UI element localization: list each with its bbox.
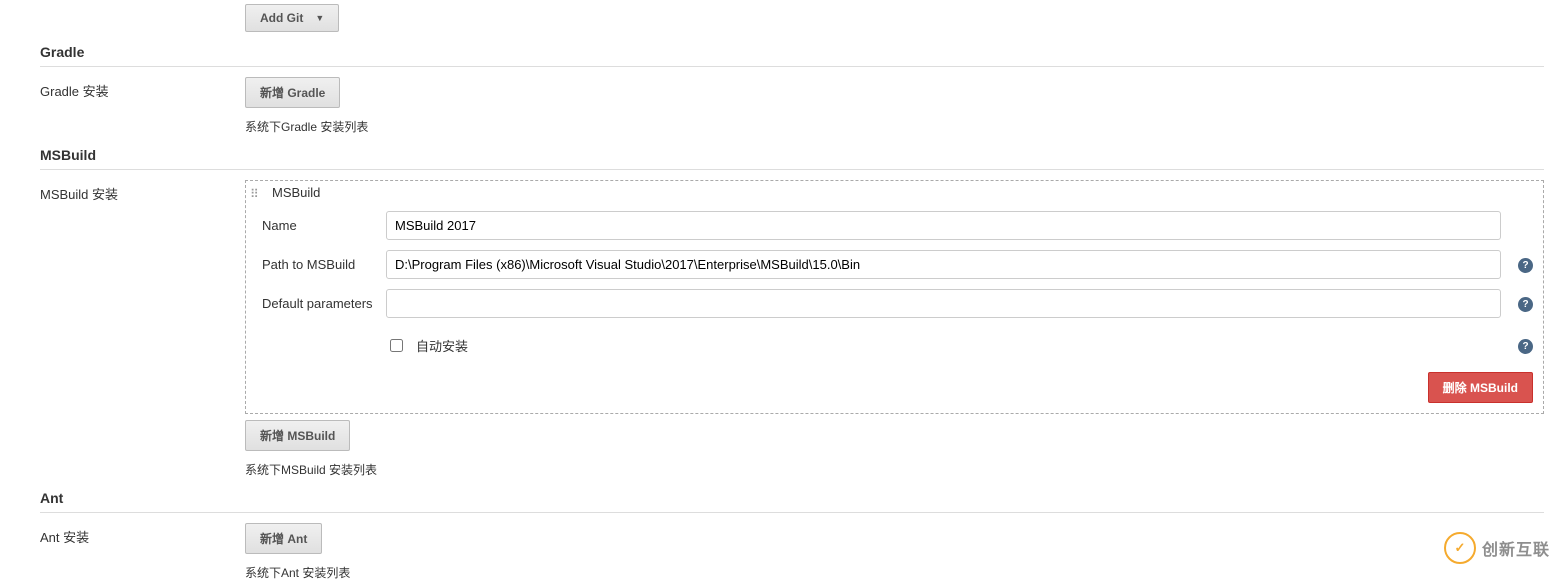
divider [40,512,1544,513]
ant-description: 系统下Ant 安装列表 [245,564,1544,581]
add-git-label: Add Git [260,11,303,25]
git-row: Add Git ▼ [40,0,1544,36]
default-params-label: Default parameters [262,296,386,311]
help-icon[interactable]: ? [1518,339,1533,354]
auto-install-checkbox[interactable] [390,339,403,352]
ant-install-label: Ant 安装 [40,523,245,581]
msbuild-heading: MSBuild [40,139,1544,167]
gradle-heading: Gradle [40,36,1544,64]
dropdown-caret-icon: ▼ [315,13,324,23]
default-params-input[interactable] [386,289,1501,318]
watermark-logo-icon: ✓ [1444,532,1476,564]
gradle-row: Gradle 安装 新增 Gradle 系统下Gradle 安装列表 [40,73,1544,139]
add-git-button[interactable]: Add Git ▼ [245,4,339,32]
ant-row: Ant 安装 新增 Ant 系统下Ant 安装列表 [40,519,1544,585]
msbuild-row: MSBuild 安装 ⠿ MSBuild Name Path to MSBuil… [40,176,1544,482]
watermark-text: 创新互联 [1482,536,1550,560]
ant-heading: Ant [40,482,1544,510]
delete-msbuild-button[interactable]: 删除 MSBuild [1428,372,1533,403]
watermark: ✓ 创新互联 [1444,532,1550,564]
help-icon[interactable]: ? [1518,258,1533,273]
help-icon[interactable]: ? [1518,297,1533,312]
auto-install-label: 自动安装 [416,336,468,355]
msbuild-box-title: MSBuild [272,185,320,200]
add-msbuild-button[interactable]: 新增 MSBuild [245,420,350,451]
msbuild-description: 系统下MSBuild 安装列表 [245,461,1544,478]
msbuild-installation-box: ⠿ MSBuild Name Path to MSBuild ? [245,180,1544,414]
gradle-description: 系统下Gradle 安装列表 [245,118,1544,135]
name-label: Name [262,218,386,233]
divider [40,169,1544,170]
drag-handle-icon[interactable]: ⠿ [250,187,259,201]
gradle-install-label: Gradle 安装 [40,77,245,135]
add-gradle-button[interactable]: 新增 Gradle [245,77,340,108]
path-label: Path to MSBuild [262,257,386,272]
name-input[interactable] [386,211,1501,240]
add-ant-button[interactable]: 新增 Ant [245,523,322,554]
divider [40,66,1544,67]
msbuild-install-label: MSBuild 安装 [40,180,245,478]
path-input[interactable] [386,250,1501,279]
